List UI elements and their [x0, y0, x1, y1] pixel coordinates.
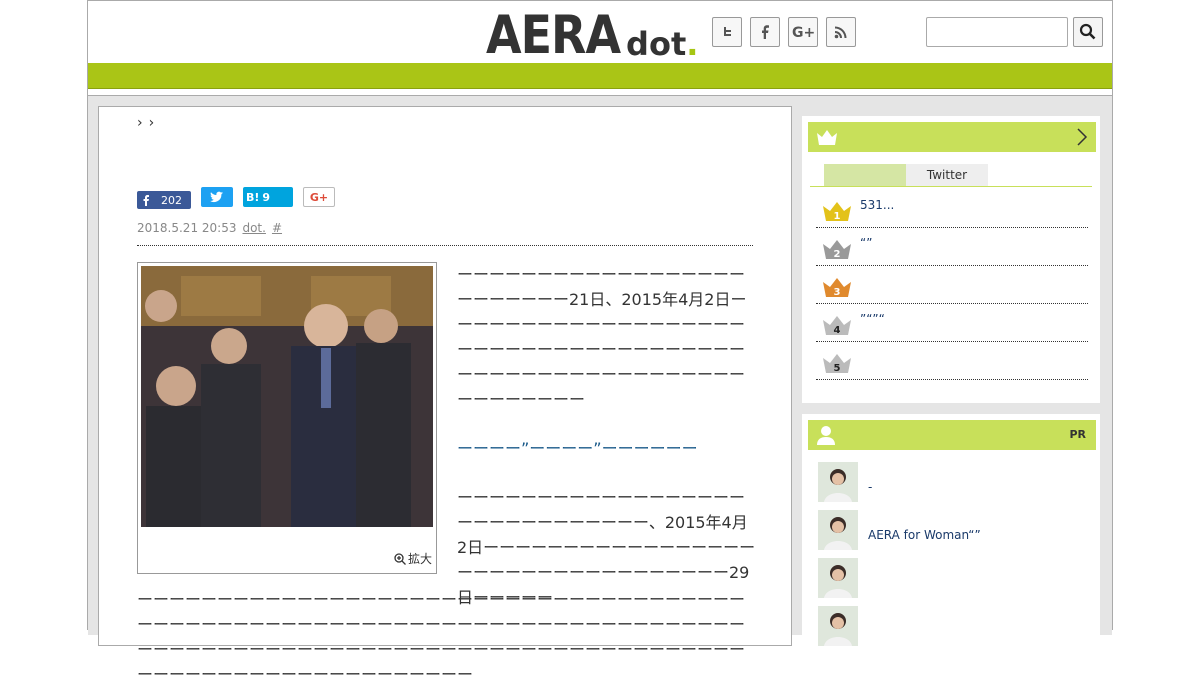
- facebook-share-count: 202: [161, 193, 182, 207]
- site-logo[interactable]: AERA dot.: [486, 7, 698, 61]
- ranking-header[interactable]: [808, 122, 1096, 152]
- breadcrumb: › ›: [137, 115, 154, 131]
- pr-label: PR: [1069, 428, 1086, 441]
- article-panel: › › 202 B! 9 G+ 2018.5.21 20:53 dot. # 拡…: [98, 106, 792, 684]
- logo-dot-word: dot: [626, 25, 687, 63]
- pr-item[interactable]: -: [816, 460, 1092, 504]
- twitter-icon: [724, 27, 731, 36]
- breadcrumb-separator[interactable]: ›: [137, 115, 143, 131]
- ranking-item-text: 531...: [860, 198, 895, 212]
- portrait-icon: [818, 606, 858, 646]
- pr-item-text: AERA for Woman“”: [868, 528, 981, 542]
- rank-crown-icon: 1: [823, 202, 851, 222]
- search-button[interactable]: [1073, 17, 1103, 47]
- svg-text:4: 4: [834, 325, 841, 336]
- ranking-item[interactable]: 5: [816, 342, 1088, 380]
- rank-crown-icon: 5: [823, 354, 851, 374]
- svg-text:3: 3: [834, 287, 841, 298]
- rank-crown-icon: 2: [823, 240, 851, 260]
- ranking-tabs: Twitter: [824, 164, 988, 186]
- googleplus-label: G+: [309, 190, 329, 204]
- news-photo-icon: [141, 266, 433, 527]
- photo-image: [141, 266, 433, 527]
- pr-item[interactable]: [816, 556, 1092, 600]
- divider: [137, 245, 753, 246]
- breadcrumb-separator[interactable]: ›: [149, 115, 155, 131]
- rank-crown-icon: 3: [823, 278, 851, 298]
- article-photo[interactable]: 拡大: [137, 262, 437, 574]
- pr-item-text: -: [868, 480, 873, 494]
- google-plus-icon: G+: [792, 25, 814, 40]
- ranking-widget: Twitter 1 531... 2 “” 3 4 ”“”“ 5: [802, 116, 1100, 403]
- content-area: › › 202 B! 9 G+ 2018.5.21 20:53 dot. # 拡…: [88, 95, 1112, 684]
- logo-dot-text: dot.: [626, 27, 698, 61]
- person-icon: [817, 426, 835, 445]
- article-subheading: ーーーー”ーーーー”ーーーーーー: [457, 439, 698, 458]
- pr-thumbnail: [818, 558, 858, 598]
- nav-bar: [88, 63, 1112, 89]
- article-body-wide: ーーーーーーーーーーーーーーーーーーーーーーーーーーーーーーーーーーーーーーーー…: [137, 587, 757, 687]
- article-body: ーーーーーーーーーーーーーーーーーーーーーーーーー21日、2015年4月2日ーー…: [457, 262, 757, 634]
- tab-twitter[interactable]: Twitter: [906, 164, 988, 186]
- rss-button[interactable]: [826, 17, 856, 47]
- pr-widget: PR - AERA for Woman“”: [802, 414, 1100, 654]
- ranking-item-text: ”“”“: [860, 312, 885, 326]
- crown-icon: [817, 130, 837, 145]
- zoom-in-icon: [394, 552, 406, 565]
- pr-thumbnail: [818, 510, 858, 550]
- rss-icon: [834, 26, 847, 39]
- ranking-item[interactable]: 4 ”“”“: [816, 304, 1088, 342]
- googleplus-share-button[interactable]: G+: [303, 187, 335, 207]
- facebook-button[interactable]: [750, 17, 780, 47]
- chevron-right-icon: [1077, 128, 1088, 146]
- site-header: AERA dot. G+: [88, 1, 1112, 63]
- hatena-count: 9: [262, 190, 271, 204]
- logo-aera-text: AERA: [486, 3, 621, 66]
- twitter-button[interactable]: [712, 17, 742, 47]
- facebook-icon: [762, 25, 769, 39]
- search-area: [926, 17, 1103, 47]
- pr-item[interactable]: AERA for Woman“”: [816, 508, 1092, 552]
- twitter-share-button[interactable]: [201, 187, 233, 207]
- facebook-icon: [143, 195, 149, 206]
- ranking-item-text: “”: [860, 236, 873, 250]
- logo-dot-period: .: [686, 25, 699, 63]
- social-links: G+: [712, 17, 856, 47]
- hatena-label: B!: [246, 190, 260, 204]
- hatena-bookmark-button[interactable]: B! 9: [243, 187, 293, 207]
- share-buttons: 202 B! 9 G+: [137, 187, 335, 209]
- svg-text:1: 1: [834, 211, 841, 222]
- article-paragraph: ーーーーーーーーーーーーーーーーーーーーーーーーー21日、2015年4月2日ーー…: [457, 265, 747, 409]
- source-link[interactable]: dot.: [242, 221, 265, 235]
- page-wrapper: AERA dot. G+ › › 202 B! 9 G+ 2018.5.21 2…: [87, 0, 1113, 684]
- pr-header: PR: [808, 420, 1096, 450]
- ranking-item[interactable]: 2 “”: [816, 228, 1088, 266]
- article-paragraph: ーーーーーーーーーーーーーーーーーーーーーーーーーーーーーーーーーーーーーーーー…: [137, 590, 746, 684]
- ranking-item[interactable]: 1 531...: [816, 190, 1088, 228]
- googleplus-button[interactable]: G+: [788, 17, 818, 47]
- article-meta: 2018.5.21 20:53 dot. #: [137, 221, 282, 235]
- search-input[interactable]: [926, 17, 1068, 47]
- portrait-icon: [818, 462, 858, 502]
- ranking-item[interactable]: 3: [816, 266, 1088, 304]
- zoom-link[interactable]: 拡大: [394, 550, 432, 567]
- svg-text:5: 5: [834, 363, 841, 374]
- search-icon: [1079, 23, 1096, 40]
- zoom-label: 拡大: [407, 552, 432, 566]
- portrait-icon: [818, 558, 858, 598]
- svg-text:G+: G+: [792, 25, 814, 40]
- hashtag-link[interactable]: #: [272, 221, 282, 235]
- pr-thumbnail: [818, 462, 858, 502]
- tab-underline: [810, 186, 1092, 187]
- pr-item[interactable]: [816, 604, 1092, 648]
- rank-crown-icon: 4: [823, 316, 851, 336]
- publish-datetime: 2018.5.21 20:53: [137, 221, 237, 235]
- portrait-icon: [818, 510, 858, 550]
- facebook-share-button[interactable]: 202: [137, 191, 191, 209]
- tab-access[interactable]: [824, 164, 906, 186]
- pr-thumbnail: [818, 606, 858, 646]
- twitter-bird-icon: [210, 191, 223, 203]
- svg-text:2: 2: [834, 249, 841, 260]
